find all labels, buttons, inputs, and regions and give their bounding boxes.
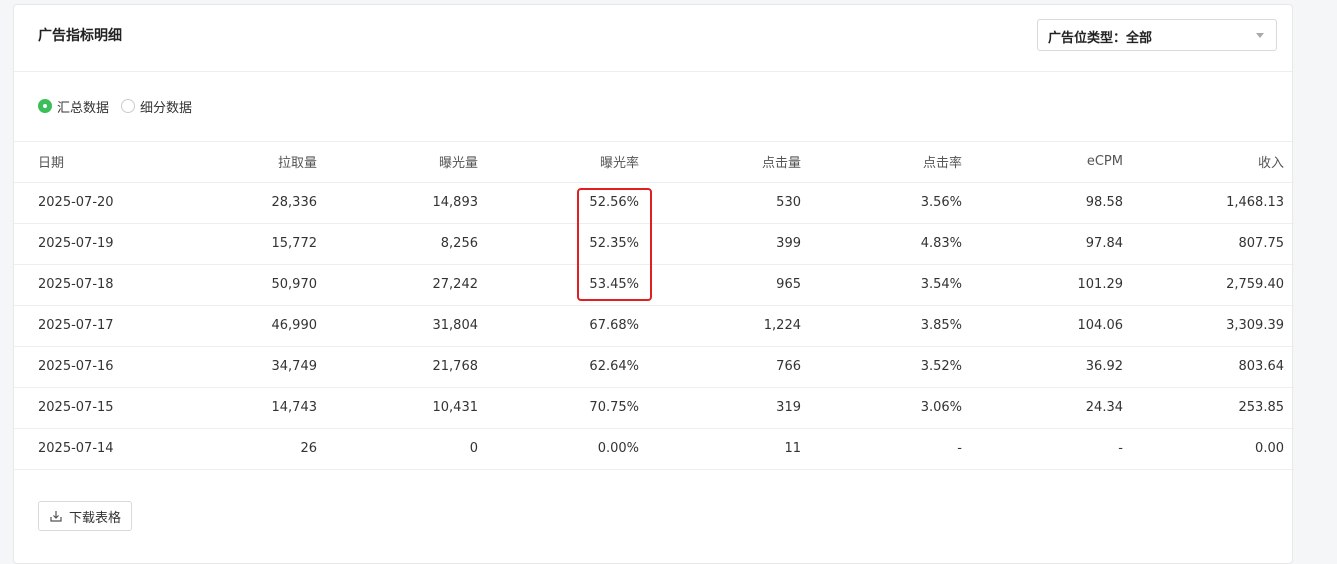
column-header-date: 日期 [14, 142, 174, 183]
column-header-ecpm: eCPM [972, 142, 1133, 183]
cell-impression-rate: 53.45% [488, 264, 649, 306]
cell-impressions: 8,256 [327, 223, 488, 265]
cell-impressions: 31,804 [327, 305, 488, 347]
cell-revenue: 0.00 [1133, 428, 1294, 470]
column-header-requests: 拉取量 [174, 142, 327, 183]
column-header-clicks: 点击量 [649, 142, 811, 183]
cell-impression-rate: 52.35% [488, 223, 649, 265]
cell-impression-rate: 62.64% [488, 346, 649, 388]
cell-revenue: 807.75 [1133, 223, 1294, 265]
cell-impressions: 27,242 [327, 264, 488, 306]
view-mode-radio-group: 汇总数据 细分数据 [38, 97, 204, 116]
cell-date: 2025-07-20 [14, 182, 174, 224]
download-icon [50, 511, 62, 522]
table-row: 2025-07-14 26 0 0.00% 11 - - 0.00 [14, 428, 1294, 470]
cell-requests: 34,749 [174, 346, 327, 388]
cell-ctr: 3.54% [811, 264, 972, 306]
cell-requests: 15,772 [174, 223, 327, 265]
radio-checked-icon [38, 99, 52, 113]
cell-impression-rate: 52.56% [488, 182, 649, 224]
download-table-label: 下载表格 [69, 510, 122, 526]
column-header-impressions: 曝光量 [327, 142, 488, 183]
radio-detail-label: 细分数据 [140, 100, 193, 116]
panel-header: 广告指标明细 广告位类型：全部 [14, 5, 1292, 72]
cell-requests: 28,336 [174, 182, 327, 224]
cell-date: 2025-07-19 [14, 223, 174, 265]
cell-impression-rate: 67.68% [488, 305, 649, 347]
cell-clicks: 530 [649, 182, 811, 224]
radio-unchecked-icon [121, 99, 136, 113]
cell-impression-rate: 0.00% [488, 428, 649, 470]
panel-title: 广告指标明细 [38, 28, 122, 44]
ad-metrics-panel: 广告指标明细 广告位类型：全部 汇总数据 细分数据 日期 拉取量 曝光量 曝光率 [13, 4, 1294, 564]
cell-clicks: 399 [649, 223, 811, 265]
cell-revenue: 3,309.39 [1133, 305, 1294, 347]
cell-ctr: 3.56% [811, 182, 972, 224]
cell-revenue: 253.85 [1133, 387, 1294, 429]
cell-clicks: 319 [649, 387, 811, 429]
cell-ecpm: 24.34 [972, 387, 1133, 429]
cell-date: 2025-07-18 [14, 264, 174, 306]
cell-impressions: 0 [327, 428, 488, 470]
table-row: 2025-07-18 50,970 27,242 53.45% 965 3.54… [14, 264, 1294, 306]
cell-ecpm: 98.58 [972, 182, 1133, 224]
cell-requests: 50,970 [174, 264, 327, 306]
radio-detail-data[interactable]: 细分数据 [121, 97, 192, 116]
radio-summary-label: 汇总数据 [57, 100, 110, 116]
cell-clicks: 766 [649, 346, 811, 388]
radio-summary-data[interactable]: 汇总数据 [38, 97, 109, 116]
cell-date: 2025-07-17 [14, 305, 174, 347]
cell-ctr: 3.85% [811, 305, 972, 347]
cell-impressions: 21,768 [327, 346, 488, 388]
cell-date: 2025-07-16 [14, 346, 174, 388]
column-header-impression-rate: 曝光率 [488, 142, 649, 183]
cell-ctr: - [811, 428, 972, 470]
cell-ecpm: 36.92 [972, 346, 1133, 388]
cell-revenue: 803.64 [1133, 346, 1294, 388]
cell-ecpm: - [972, 428, 1133, 470]
cell-revenue: 2,759.40 [1133, 264, 1294, 306]
table-row: 2025-07-17 46,990 31,804 67.68% 1,224 3.… [14, 305, 1294, 347]
table-row: 2025-07-16 34,749 21,768 62.64% 766 3.52… [14, 346, 1294, 388]
cell-requests: 26 [174, 428, 327, 470]
cell-impressions: 10,431 [327, 387, 488, 429]
cell-requests: 14,743 [174, 387, 327, 429]
table-row: 2025-07-20 28,336 14,893 52.56% 530 3.56… [14, 182, 1294, 224]
column-header-ctr: 点击率 [811, 142, 972, 183]
cell-ecpm: 101.29 [972, 264, 1133, 306]
download-table-button[interactable]: 下载表格 [38, 501, 133, 531]
table-header-row: 日期 拉取量 曝光量 曝光率 点击量 点击率 eCPM 收入 [14, 142, 1294, 183]
chevron-down-icon [1256, 33, 1264, 38]
cell-impressions: 14,893 [327, 182, 488, 224]
table-row: 2025-07-15 14,743 10,431 70.75% 319 3.06… [14, 387, 1294, 429]
table-row: 2025-07-19 15,772 8,256 52.35% 399 4.83%… [14, 223, 1294, 265]
cell-date: 2025-07-15 [14, 387, 174, 429]
cell-clicks: 11 [649, 428, 811, 470]
cell-date: 2025-07-14 [14, 428, 174, 470]
ad-slot-type-select-label: 广告位类型：全部 [1048, 31, 1153, 46]
cell-ctr: 3.06% [811, 387, 972, 429]
cell-ecpm: 97.84 [972, 223, 1133, 265]
ad-slot-type-select[interactable]: 广告位类型：全部 [1037, 19, 1277, 51]
cell-impression-rate: 70.75% [488, 387, 649, 429]
cell-clicks: 1,224 [649, 305, 811, 347]
cell-requests: 46,990 [174, 305, 327, 347]
cell-ecpm: 104.06 [972, 305, 1133, 347]
column-header-revenue: 收入 [1133, 142, 1294, 183]
metrics-table: 日期 拉取量 曝光量 曝光率 点击量 点击率 eCPM 收入 2025-07-2… [14, 142, 1294, 470]
cell-ctr: 3.52% [811, 346, 972, 388]
cell-revenue: 1,468.13 [1133, 182, 1294, 224]
cell-clicks: 965 [649, 264, 811, 306]
cell-ctr: 4.83% [811, 223, 972, 265]
